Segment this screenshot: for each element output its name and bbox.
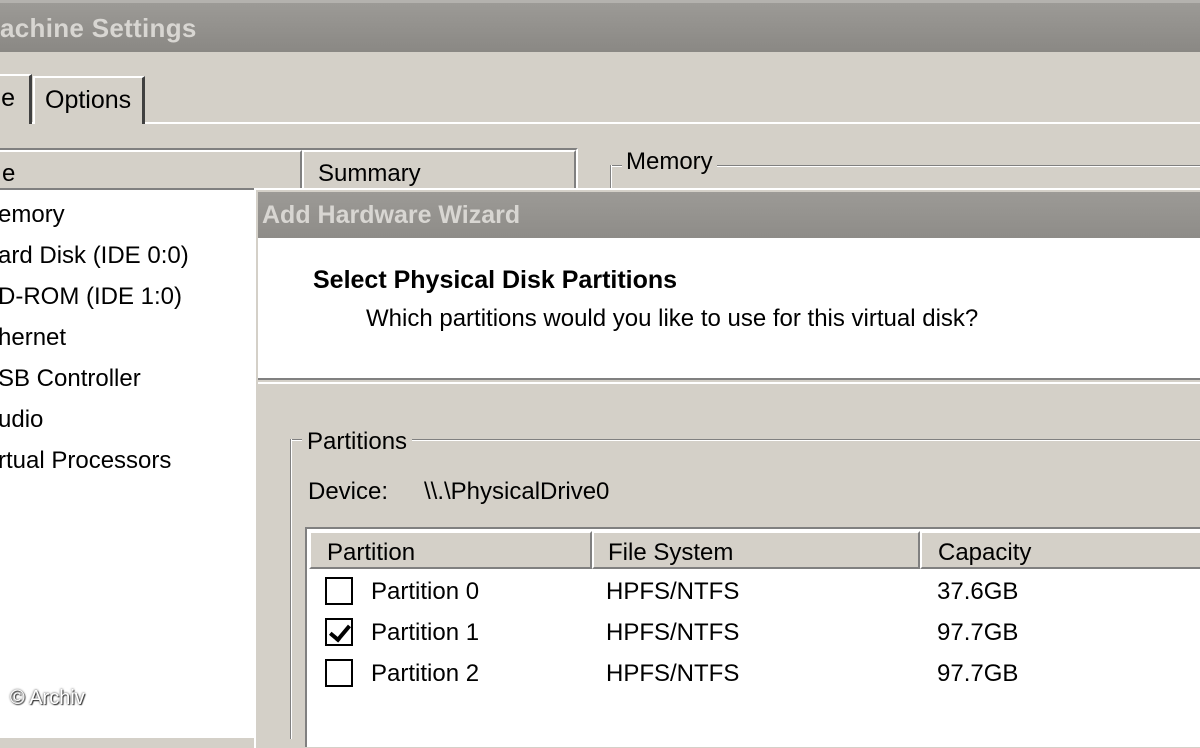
partitions-group-border — [290, 439, 1200, 441]
device-item-ethernet[interactable]: hernet — [0, 324, 66, 364]
wizard-header-divider — [258, 382, 1200, 384]
settings-window-title: achine Settings — [0, 13, 197, 43]
partition-column-header[interactable]: Partition — [309, 531, 592, 569]
partition-2-file-system: HPFS/NTFS — [606, 660, 740, 687]
tab-panel-edge — [0, 122, 1200, 124]
device-item-virtual-processors[interactable]: rtual Processors — [0, 447, 171, 487]
device-item-usb-controller[interactable]: SB Controller — [0, 365, 141, 405]
tab-options[interactable]: Options — [33, 76, 145, 124]
partition-0-capacity: 37.6GB — [937, 578, 1019, 605]
memory-group-label: Memory — [622, 148, 717, 176]
partition-1-capacity: 97.7GB — [937, 619, 1019, 646]
wizard-heading: Select Physical Disk Partitions — [313, 266, 678, 294]
partitions-group-label: Partitions — [302, 428, 413, 456]
device-path-value: \\.\PhysicalDrive0 — [424, 478, 610, 505]
partition-0-checkbox[interactable] — [325, 577, 353, 605]
file-system-column-header[interactable]: File System — [592, 531, 920, 569]
partition-1-name: Partition 1 — [371, 619, 480, 646]
device-label: Device: — [308, 478, 389, 505]
device-item-cd-rom[interactable]: D-ROM (IDE 1:0) — [0, 283, 182, 323]
partition-2-checkbox[interactable] — [325, 659, 353, 687]
summary-column-header[interactable]: Summary — [302, 150, 576, 190]
wizard-title: Add Hardware Wizard — [262, 201, 521, 229]
partition-2-name: Partition 2 — [371, 660, 480, 687]
partitions-group-border-left — [290, 439, 292, 739]
tab-hardware[interactable]: e — [0, 74, 32, 124]
capacity-column-header[interactable]: Capacity — [920, 531, 1200, 569]
copyright-watermark: © Archiv — [10, 687, 85, 709]
device-item-hard-disk[interactable]: ard Disk (IDE 0:0) — [0, 242, 189, 282]
device-item-memory[interactable]: emory — [0, 201, 65, 241]
wizard-subheading: Which partitions would you like to use f… — [366, 305, 979, 332]
partition-0-file-system: HPFS/NTFS — [606, 578, 740, 605]
device-column-header[interactable]: e — [0, 150, 302, 190]
partition-2-capacity: 97.7GB — [937, 660, 1019, 687]
device-item-audio[interactable]: udio — [0, 406, 43, 446]
partition-1-file-system: HPFS/NTFS — [606, 619, 740, 646]
partition-0-name: Partition 0 — [371, 578, 480, 605]
partition-1-checkbox[interactable] — [325, 618, 353, 646]
